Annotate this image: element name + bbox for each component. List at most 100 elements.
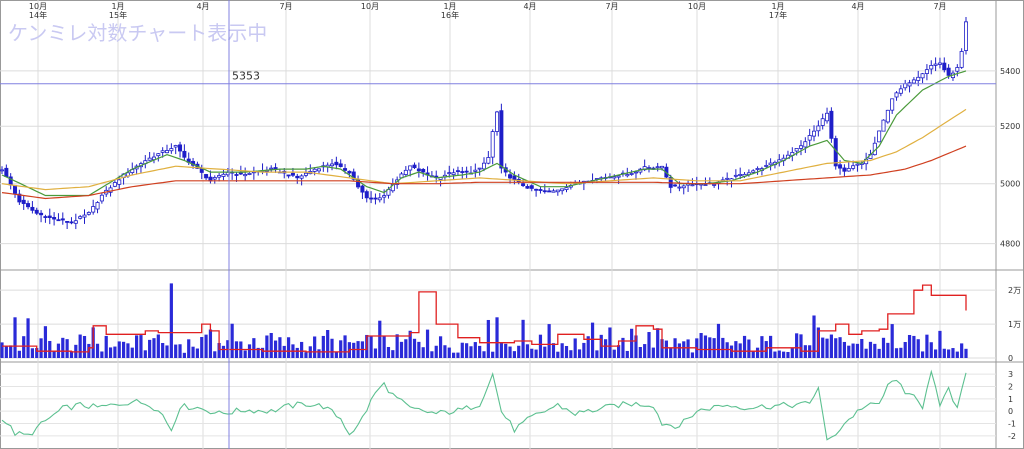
volume-bar	[712, 338, 716, 358]
x-tick-label: 7月	[605, 2, 618, 11]
candle-body	[564, 187, 569, 190]
volume-bar	[842, 341, 847, 358]
volume-bar	[543, 346, 547, 358]
x-tick-label: 10月	[361, 2, 379, 11]
candle-body	[473, 169, 478, 172]
candle-body	[343, 168, 348, 171]
candle-body	[447, 172, 452, 175]
volume-bar	[638, 347, 642, 358]
candle-body	[681, 185, 686, 189]
volume-bar	[139, 335, 143, 358]
volume-bar	[577, 349, 582, 358]
volume-bar	[686, 339, 690, 358]
volume-bar	[425, 329, 430, 358]
volume-bar	[421, 347, 425, 358]
x-tick-label: 7月	[933, 2, 946, 11]
candle-body	[725, 177, 730, 180]
volume-bar	[556, 351, 560, 358]
volume-bar	[773, 351, 777, 358]
oscillator-y-tick-label: -2	[1008, 432, 1016, 441]
volume-bar	[582, 342, 586, 358]
volume-bar	[777, 350, 781, 358]
volume-bar	[395, 334, 399, 358]
candle-body	[156, 153, 161, 157]
candle-body	[464, 170, 469, 173]
candle-body	[738, 174, 743, 176]
volume-bar	[925, 334, 929, 358]
candle-body	[316, 168, 321, 172]
candle-body	[217, 175, 222, 178]
outer-border	[0, 0, 1024, 449]
volume-bar	[404, 339, 408, 358]
volume-bar	[326, 330, 330, 358]
candle-body	[455, 170, 460, 173]
x-tick-label: 10月	[688, 2, 706, 11]
volume-bar	[755, 347, 760, 358]
volume-bar	[868, 341, 873, 358]
chart-stage: ケンミレ対数チャート表示中 10月 14年 1月 15年 4月 7月 10月 1月 16年 4月 7…	[0, 0, 1024, 449]
candle-body	[825, 112, 830, 122]
candle-body	[169, 148, 174, 152]
volume-bar	[829, 334, 833, 358]
volume-bar	[799, 334, 803, 358]
volume-bar	[182, 352, 186, 358]
volume-bar	[465, 343, 469, 358]
candle-body	[877, 130, 882, 143]
volume-bar	[282, 345, 286, 358]
volume-bar	[669, 348, 673, 358]
volume-bar	[499, 343, 503, 358]
candle-body	[816, 125, 821, 132]
candle-body	[907, 82, 912, 87]
price-y-tick-label: 5200	[1000, 122, 1020, 131]
chart-frame	[0, 0, 1024, 449]
candle-body	[477, 167, 482, 170]
candle-body	[751, 170, 756, 173]
candle-body	[286, 174, 291, 177]
volume-bar	[13, 317, 17, 358]
candle-body	[660, 165, 665, 169]
volume-bar	[230, 323, 234, 358]
crosshair: 5353	[0, 0, 996, 449]
candle-body	[820, 118, 825, 126]
x-tick-label: 4月	[196, 2, 209, 11]
candle-body	[807, 135, 812, 141]
candle-body	[508, 174, 513, 179]
candle-body	[360, 185, 365, 193]
volume-bar	[630, 328, 634, 358]
candle-body	[768, 162, 773, 166]
candle-body	[43, 216, 48, 218]
candle-body	[851, 165, 856, 169]
volume-bar	[564, 345, 569, 358]
oscillator-panel: 3 2 1 0 -1 -2	[0, 369, 1016, 441]
volume-bar	[947, 349, 951, 358]
volume-bar	[126, 343, 130, 358]
volume-bar	[104, 335, 108, 358]
volume-bar	[716, 323, 721, 358]
volume-bar	[412, 338, 417, 358]
volume-bar	[213, 351, 217, 358]
volume-bar	[156, 334, 160, 358]
candle-body	[655, 166, 660, 169]
volume-bar	[934, 349, 938, 358]
volume-bar	[165, 345, 169, 358]
volume-bar	[603, 339, 608, 358]
volume-bar	[742, 335, 747, 358]
x-tick-label: 1月	[443, 2, 456, 11]
candle-body	[955, 67, 960, 72]
candle-body	[560, 188, 565, 192]
volume-bar	[52, 351, 56, 358]
volume-bar	[161, 342, 165, 358]
volume-bar	[39, 338, 43, 358]
volume-bar	[117, 341, 121, 358]
volume-bar	[121, 341, 126, 358]
volume-bar	[273, 340, 278, 358]
candle-body	[812, 130, 817, 137]
volume-bar	[573, 338, 577, 358]
candle-body	[555, 189, 560, 193]
volume-bar	[782, 351, 786, 358]
volume-bar	[269, 332, 273, 358]
volume-bar	[221, 345, 226, 358]
candle-body	[338, 163, 343, 167]
volume-bar	[208, 329, 213, 358]
oscillator-y-tick-label: 0	[1008, 407, 1013, 416]
